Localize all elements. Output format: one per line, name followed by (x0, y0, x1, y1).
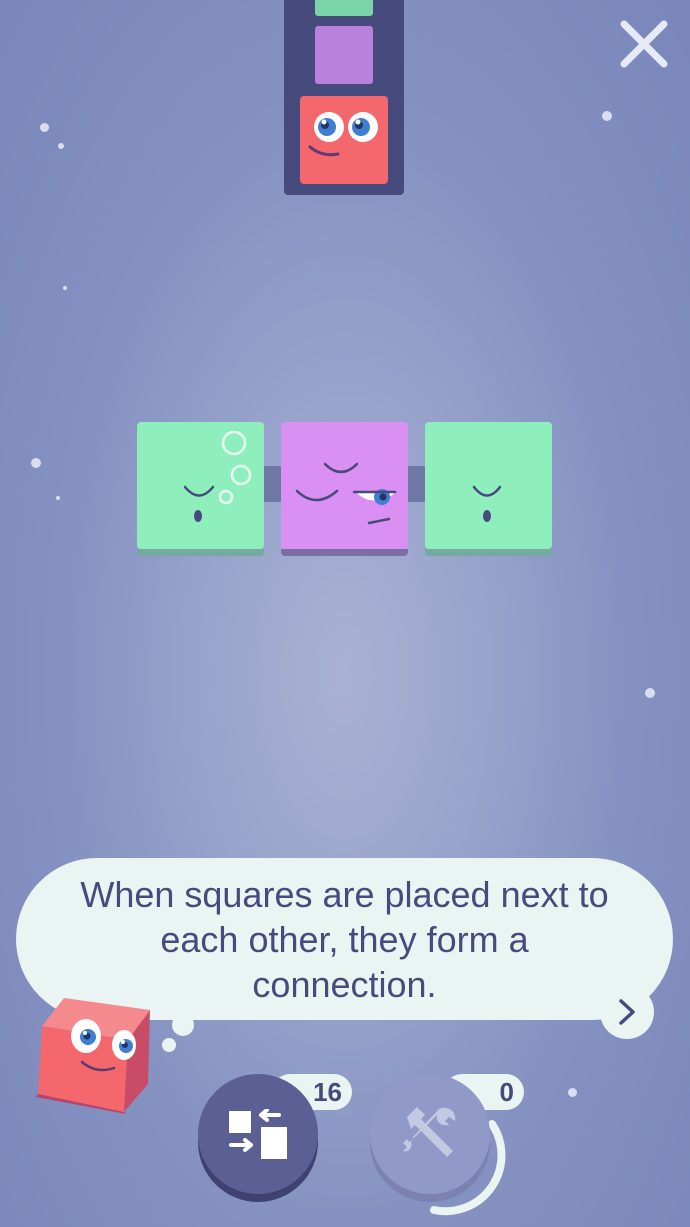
next-button[interactable] (600, 985, 654, 1039)
green-tile[interactable] (137, 422, 264, 549)
one-eye-open-face-icon (295, 462, 397, 525)
background-star (40, 123, 49, 132)
close-icon (620, 20, 668, 68)
tile-shadow (425, 549, 552, 556)
tile-connection (264, 466, 282, 502)
background-star (31, 458, 41, 468)
green-tile[interactable] (425, 422, 552, 549)
background-star (602, 111, 612, 121)
queued-green-square (315, 0, 373, 16)
tools-icon (403, 1107, 456, 1157)
background-star (63, 286, 67, 290)
bubble-tail-dot (162, 1038, 176, 1052)
purple-tile[interactable] (281, 422, 408, 549)
tile-shadow (137, 549, 264, 556)
tools-count: 0 (499, 1077, 514, 1107)
swap-icon (229, 1109, 287, 1159)
red-cube-mascot (36, 998, 150, 1114)
swap-count: 16 (313, 1077, 342, 1107)
background-star (58, 143, 64, 149)
swap-powerup-button[interactable] (198, 1074, 318, 1202)
background-star (568, 1088, 577, 1097)
background-star (56, 496, 60, 500)
sleepy-face-icon (183, 430, 252, 522)
close-button[interactable] (618, 18, 670, 70)
sleepy-face-icon (472, 485, 502, 522)
piece-queue (284, 0, 404, 195)
tile-connection (408, 466, 426, 502)
bubble-tail-dot (172, 1014, 194, 1036)
background-star (645, 688, 655, 698)
red-square-face-icon (308, 112, 378, 157)
tools-powerup-button[interactable] (370, 1074, 490, 1202)
queued-purple-square (315, 26, 373, 84)
tile-shadow (281, 549, 408, 556)
current-red-square[interactable] (300, 96, 388, 184)
chevron-right-icon (619, 999, 635, 1025)
tutorial-message: When squares are placed next to each oth… (80, 874, 609, 1005)
